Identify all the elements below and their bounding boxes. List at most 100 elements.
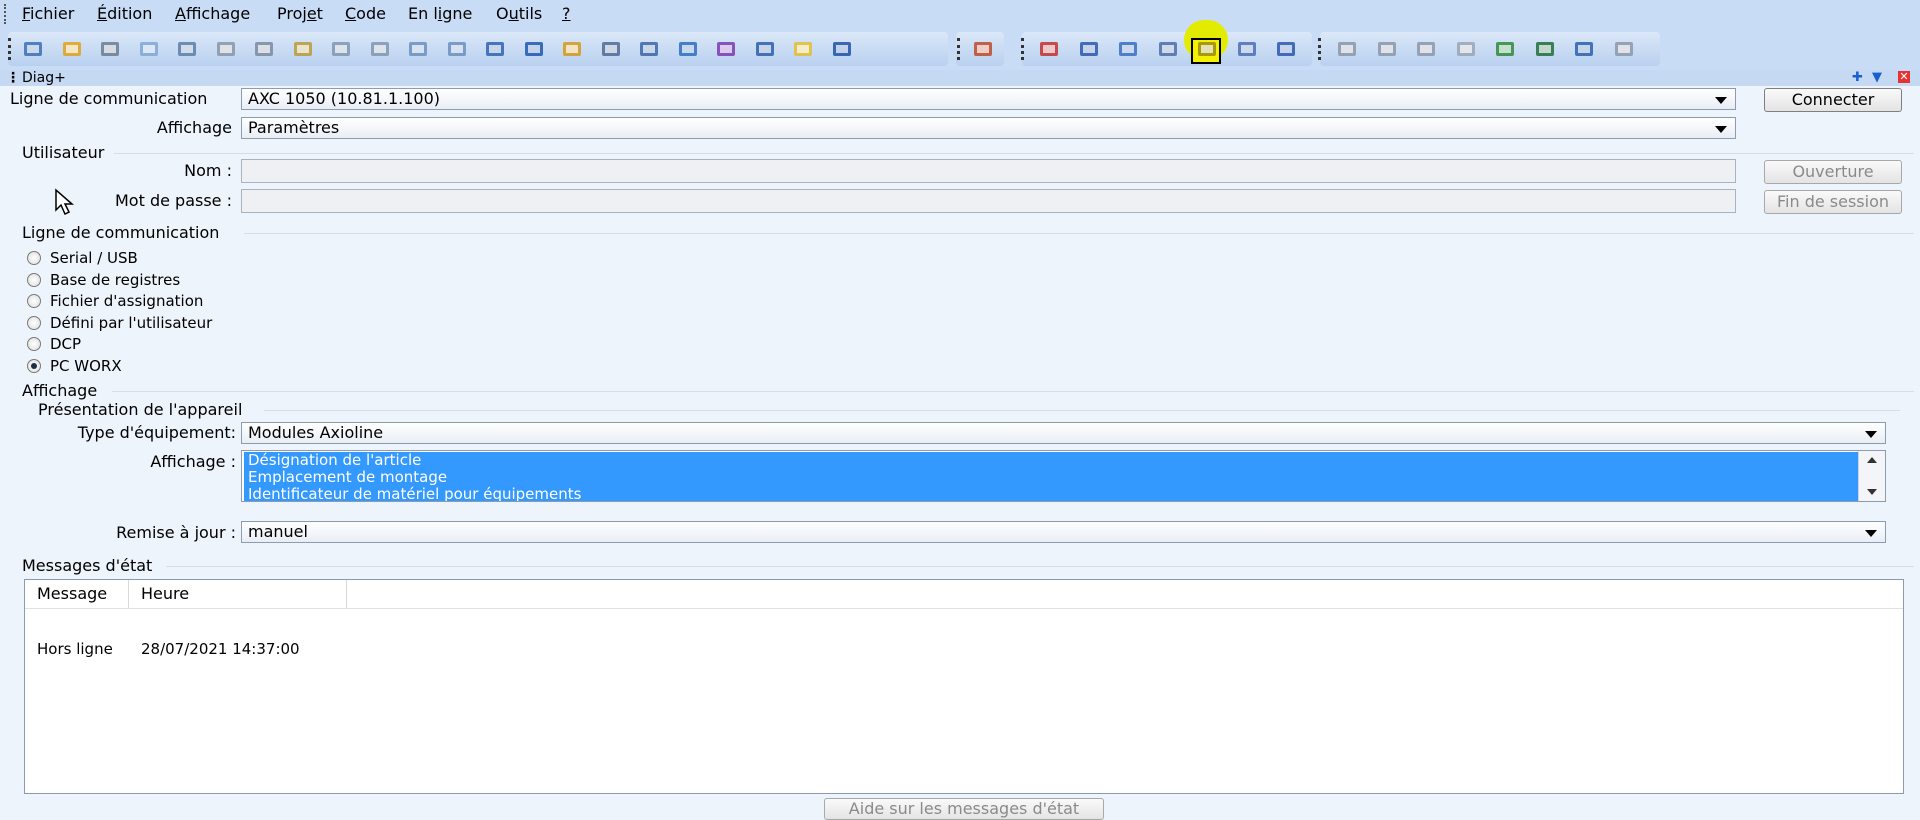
grid-2-icon-glyph: [1417, 42, 1435, 56]
print-icon[interactable]: [174, 37, 200, 61]
menu-en-ligne[interactable]: En ligne: [408, 4, 472, 24]
zoom-out-icon-glyph: [447, 42, 466, 56]
display-listbox[interactable]: Désignation de l'article Emplacement de …: [241, 450, 1886, 502]
grid-1-icon[interactable]: [1374, 37, 1400, 61]
messages-table[interactable]: Message Heure Hors ligne 28/07/2021 14:3…: [24, 579, 1904, 794]
menu-outils[interactable]: Outils: [496, 4, 542, 24]
undo-icon[interactable]: [328, 37, 354, 61]
panel-2-icon-glyph: [1079, 42, 1098, 56]
radio-option-label[interactable]: DCP: [50, 334, 81, 354]
window-a-icon[interactable]: [482, 37, 508, 61]
connect-button[interactable]: Connecter: [1764, 88, 1902, 112]
open-folder-icon[interactable]: [59, 37, 85, 61]
refresh-select[interactable]: manuel: [241, 521, 1886, 543]
list-item[interactable]: Désignation de l'article: [244, 452, 1885, 469]
scroll-down-icon[interactable]: [1867, 489, 1877, 495]
new-file-icon[interactable]: [20, 37, 46, 61]
redo-icon[interactable]: [367, 37, 393, 61]
radio-option[interactable]: [27, 272, 41, 287]
chevron-down-icon: [1715, 97, 1727, 104]
equipment-type-select[interactable]: Modules Axioline: [241, 422, 1886, 444]
presentation-label: Présentation de l'appareil: [38, 400, 243, 419]
paste-icon[interactable]: [290, 37, 316, 61]
communication-select[interactable]: AXC 1050 (10.81.1.100): [241, 88, 1736, 110]
zoom-out-icon[interactable]: [444, 37, 470, 61]
column-header-time[interactable]: Heure: [129, 580, 347, 608]
window-c-icon[interactable]: [598, 37, 624, 61]
search-preview-icon[interactable]: [136, 37, 162, 61]
radio-option-label[interactable]: Serial / USB: [50, 248, 138, 268]
list-item[interactable]: Emplacement de montage: [244, 469, 1885, 486]
name-field[interactable]: [241, 159, 1736, 183]
radio-option[interactable]: [27, 358, 41, 373]
password-field[interactable]: [241, 189, 1736, 213]
radio-option-label[interactable]: Base de registres: [50, 270, 180, 290]
arrow-flag-icon[interactable]: [1571, 37, 1597, 61]
list-icon[interactable]: [829, 37, 855, 61]
login-button[interactable]: Ouverture: [1764, 160, 1902, 184]
refresh-icon[interactable]: [1492, 37, 1518, 61]
zoom-in-icon[interactable]: [405, 37, 431, 61]
column-header-message[interactable]: Message: [25, 580, 129, 608]
wand-icon[interactable]: [559, 37, 585, 61]
divider: [114, 153, 1914, 154]
menu-outils-pre: O: [496, 4, 509, 23]
radio-option[interactable]: [27, 294, 41, 308]
radio-option[interactable]: [27, 315, 41, 330]
table-row[interactable]: Hors ligne 28/07/2021 14:37:00: [25, 609, 1903, 669]
close-icon[interactable]: ✕: [1898, 71, 1910, 83]
pin-icon[interactable]: ✚: [1852, 70, 1863, 86]
panel-grip: ⋮: [6, 70, 20, 86]
menu-code[interactable]: Code: [345, 4, 386, 24]
note-icon[interactable]: [790, 37, 816, 61]
scroll-up-icon[interactable]: [1867, 457, 1877, 463]
wave-icon[interactable]: [675, 37, 701, 61]
panel-1-icon[interactable]: [1036, 37, 1062, 61]
redo-icon-glyph: [370, 42, 389, 56]
mouse-cursor-icon: [55, 188, 74, 216]
menu-en-ligne-pre: En l: [408, 4, 438, 23]
menu-projet[interactable]: Projet: [277, 4, 323, 24]
display-select-value: Paramètres: [248, 118, 340, 137]
grid-3-icon[interactable]: [1453, 37, 1479, 61]
divider: [166, 566, 1914, 567]
radio-option[interactable]: [27, 251, 41, 265]
cut-icon[interactable]: [213, 37, 239, 61]
menu-grip[interactable]: [4, 4, 8, 24]
menu-aide[interactable]: ?: [562, 4, 571, 24]
panel-4-icon[interactable]: [1155, 37, 1181, 61]
panel-5-icon[interactable]: [1273, 37, 1299, 61]
tool-icon[interactable]: [970, 37, 996, 61]
logout-button[interactable]: Fin de session: [1764, 190, 1902, 214]
display-select[interactable]: Paramètres: [241, 117, 1736, 139]
listbox-scrollbar[interactable]: [1858, 451, 1885, 501]
window-d-icon[interactable]: [636, 37, 662, 61]
radio-option[interactable]: [27, 337, 41, 351]
undo-icon-glyph: [332, 42, 350, 56]
blank-window-icon[interactable]: [1234, 37, 1260, 61]
cross-icon[interactable]: [713, 37, 739, 61]
panel-2-icon[interactable]: [1076, 37, 1102, 61]
wand-icon-glyph: [563, 42, 581, 56]
stack-icon[interactable]: [1334, 37, 1360, 61]
radio-option-label[interactable]: Fichier d'assignation: [50, 291, 203, 311]
name-label: Nom :: [184, 161, 232, 180]
list-item[interactable]: Identificateur de matériel pour équipeme…: [244, 486, 1885, 501]
radio-option-label[interactable]: Défini par l'utilisateur: [50, 313, 212, 333]
window-b-icon[interactable]: [521, 37, 547, 61]
save-icon[interactable]: [97, 37, 123, 61]
grid-2-icon[interactable]: [1413, 37, 1439, 61]
equipment-type-value: Modules Axioline: [248, 423, 384, 442]
panel-menu-icon[interactable]: ▼: [1872, 70, 1882, 86]
tool-cross-icon[interactable]: [1611, 37, 1637, 61]
menu-edition[interactable]: Édition: [97, 4, 152, 24]
panel-3-icon-glyph: [1119, 42, 1137, 56]
menu-fichier[interactable]: Fichier: [22, 4, 74, 24]
diag-plus-active-icon[interactable]: [1194, 37, 1220, 61]
radio-option-label[interactable]: PC WORX: [50, 356, 122, 376]
panel-3-icon[interactable]: [1115, 37, 1141, 61]
menu-affichage[interactable]: Affichage: [175, 4, 250, 24]
copy-icon[interactable]: [251, 37, 277, 61]
module-icon[interactable]: [1532, 37, 1558, 61]
window-e-icon[interactable]: [752, 37, 778, 61]
